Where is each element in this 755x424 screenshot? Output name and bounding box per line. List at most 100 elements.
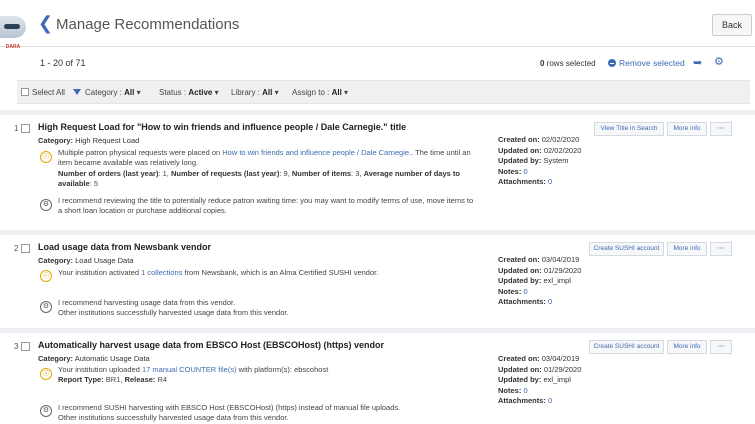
attachments-link[interactable]: 0 [548,396,552,405]
assistant-avatar[interactable]: DARA [0,16,26,78]
category-filter-label: Category : [85,88,122,97]
chevron-left-icon[interactable]: ❮ [38,14,53,32]
updated-by-label: Updated by: [498,375,542,384]
report-type-value: BR1 [105,375,121,384]
release-value: R4 [157,375,168,384]
created-label: Created on: [498,255,540,264]
updated-value: 01/29/2020 [543,364,582,374]
gear-icon[interactable]: ⚙ [714,55,728,69]
description-text: from Newsbank, which is an Alma Certifie… [182,268,379,277]
description-text: Your institution activated [58,268,142,277]
recommendation-category: Category: High Request Load [38,136,139,145]
category-value: Load Usage Data [75,256,134,265]
stat-value: 1 [162,169,167,178]
created-label: Created on: [498,354,540,363]
create-sushi-account-button[interactable]: Create SUSHI account [589,242,664,256]
results-toolbar: 1 - 20 of 71 0 rows selected Remove sele… [30,52,750,76]
filter-bar: Select All Category : All ▾ Status : Act… [17,80,750,104]
category-value: Automatic Usage Data [74,354,150,363]
recommendation-text: I recommend SUSHI harvesting with EBSCO … [58,403,478,423]
more-actions-button[interactable]: ··· [710,340,732,354]
category-label: Category: [38,256,74,265]
attachments-label: Attachments: [498,396,546,405]
description-text: Your institution uploaded [58,365,142,374]
more-actions-button[interactable]: ··· [710,242,732,256]
stat-label: Number of requests (last year) [170,169,280,178]
notes-link[interactable]: 0 [523,386,527,395]
recommendation-category: Category: Load Usage Data [38,256,133,265]
attachments-link[interactable]: 0 [548,297,552,306]
view-title-in-search-button[interactable]: View Title in Search [594,122,664,136]
updated-by-value: System [543,156,569,165]
recommendation-text: I recommend harvesting usage data from t… [58,298,478,318]
filter-category[interactable]: Category : All ▾ [73,88,141,97]
row-checkbox[interactable] [21,342,30,351]
notes-link[interactable]: 0 [523,287,527,296]
counter-files-link[interactable]: 17 manual COUNTER file(s) [142,365,237,374]
notes-label: Notes: [498,286,522,296]
more-actions-button[interactable]: ··· [710,122,732,136]
updated-by-label: Updated by: [498,276,542,285]
recommendation-line: Other institutions successfully harveste… [58,308,289,317]
robot-icon [0,16,26,38]
recommendation-meta: Created on: 03/04/2019 Updated on: 01/29… [498,354,581,407]
filter-status[interactable]: Status : Active ▾ [159,88,219,97]
select-all-checkbox[interactable]: Select All [21,88,65,97]
recommendation-line: Other institutions successfully harveste… [58,413,289,422]
notes-label: Notes: [498,385,522,395]
category-label: Category: [38,354,74,363]
row-checkbox[interactable] [21,244,30,253]
created-label: Created on: [498,135,540,144]
created-value: 03/04/2019 [541,354,580,363]
title-link[interactable]: How to win friends and influence people … [222,148,411,157]
remove-selected-label: Remove selected [619,58,685,68]
updated-by-value: exl_impl [543,276,571,285]
more-info-button[interactable]: More info [667,122,707,136]
export-icon[interactable]: ➥ [693,56,707,70]
assign-filter-label: Assign to : [292,88,330,97]
create-sushi-account-button[interactable]: Create SUSHI account [589,340,664,354]
updated-by-value: exl_impl [543,375,571,384]
created-value: 02/02/2020 [541,135,580,144]
checkbox [21,88,29,96]
recommendation-description: Your institution uploaded 17 manual COUN… [58,365,329,384]
recommendation-line: I recommend harvesting usage data from t… [58,298,236,307]
updated-label: Updated on: [498,364,542,374]
collections-link[interactable]: 1 collections [141,268,182,277]
row-number: 3 [14,342,19,351]
page-title: Manage Recommendations [56,16,240,33]
status-filter-value: Active [188,88,213,97]
filter-assign-to[interactable]: Assign to : All ▾ [292,88,348,97]
recommendation-meta: Created on: 02/02/2020 Updated on: 02/02… [498,135,581,188]
avatar-label: DARA [5,44,21,50]
updated-label: Updated on: [498,265,542,275]
created-value: 03/04/2019 [541,255,580,264]
attachments-link[interactable]: 0 [548,177,552,186]
recommendation-category: Category: Automatic Usage Data [38,354,150,363]
row-number: 2 [14,244,19,253]
back-button[interactable]: Back [712,14,752,36]
stat-label: Number of items [291,169,352,178]
recommendation-title: High Request Load for "How to win friend… [38,122,407,132]
recommendation-card: 1 High Request Load for "How to win frie… [0,110,755,230]
lightbulb-icon: ☉ [40,368,52,380]
recommendation-meta: Created on: 03/04/2019 Updated on: 01/29… [498,255,581,308]
page-header: ❮ Manage Recommendations Back [0,0,755,47]
remove-selected-button[interactable]: Remove selected [608,58,685,68]
recommendation-stats: Number of orders (last year): 1, Number … [58,169,460,188]
recommendation-description: Multiple patron physical requests were p… [58,148,478,168]
description-text: with platform(s): ebscohost [236,365,329,374]
more-info-button[interactable]: More info [667,242,707,256]
gears-icon: ⚙ [40,405,52,417]
rows-selected-text: rows selected [544,59,596,68]
more-info-button[interactable]: More info [667,340,707,354]
category-label: Category: [38,136,74,145]
notes-link[interactable]: 0 [523,167,527,176]
category-value: High Request Load [75,136,140,145]
row-number: 1 [14,124,19,133]
recommendation-line: I recommend SUSHI harvesting with EBSCO … [58,403,401,412]
filter-library[interactable]: Library : All ▾ [231,88,279,97]
results-count: 1 - 20 of 71 [40,58,86,68]
row-checkbox[interactable] [21,124,30,133]
recommendation-card: 2 Load usage data from Newsbank vendor C… [0,230,755,328]
